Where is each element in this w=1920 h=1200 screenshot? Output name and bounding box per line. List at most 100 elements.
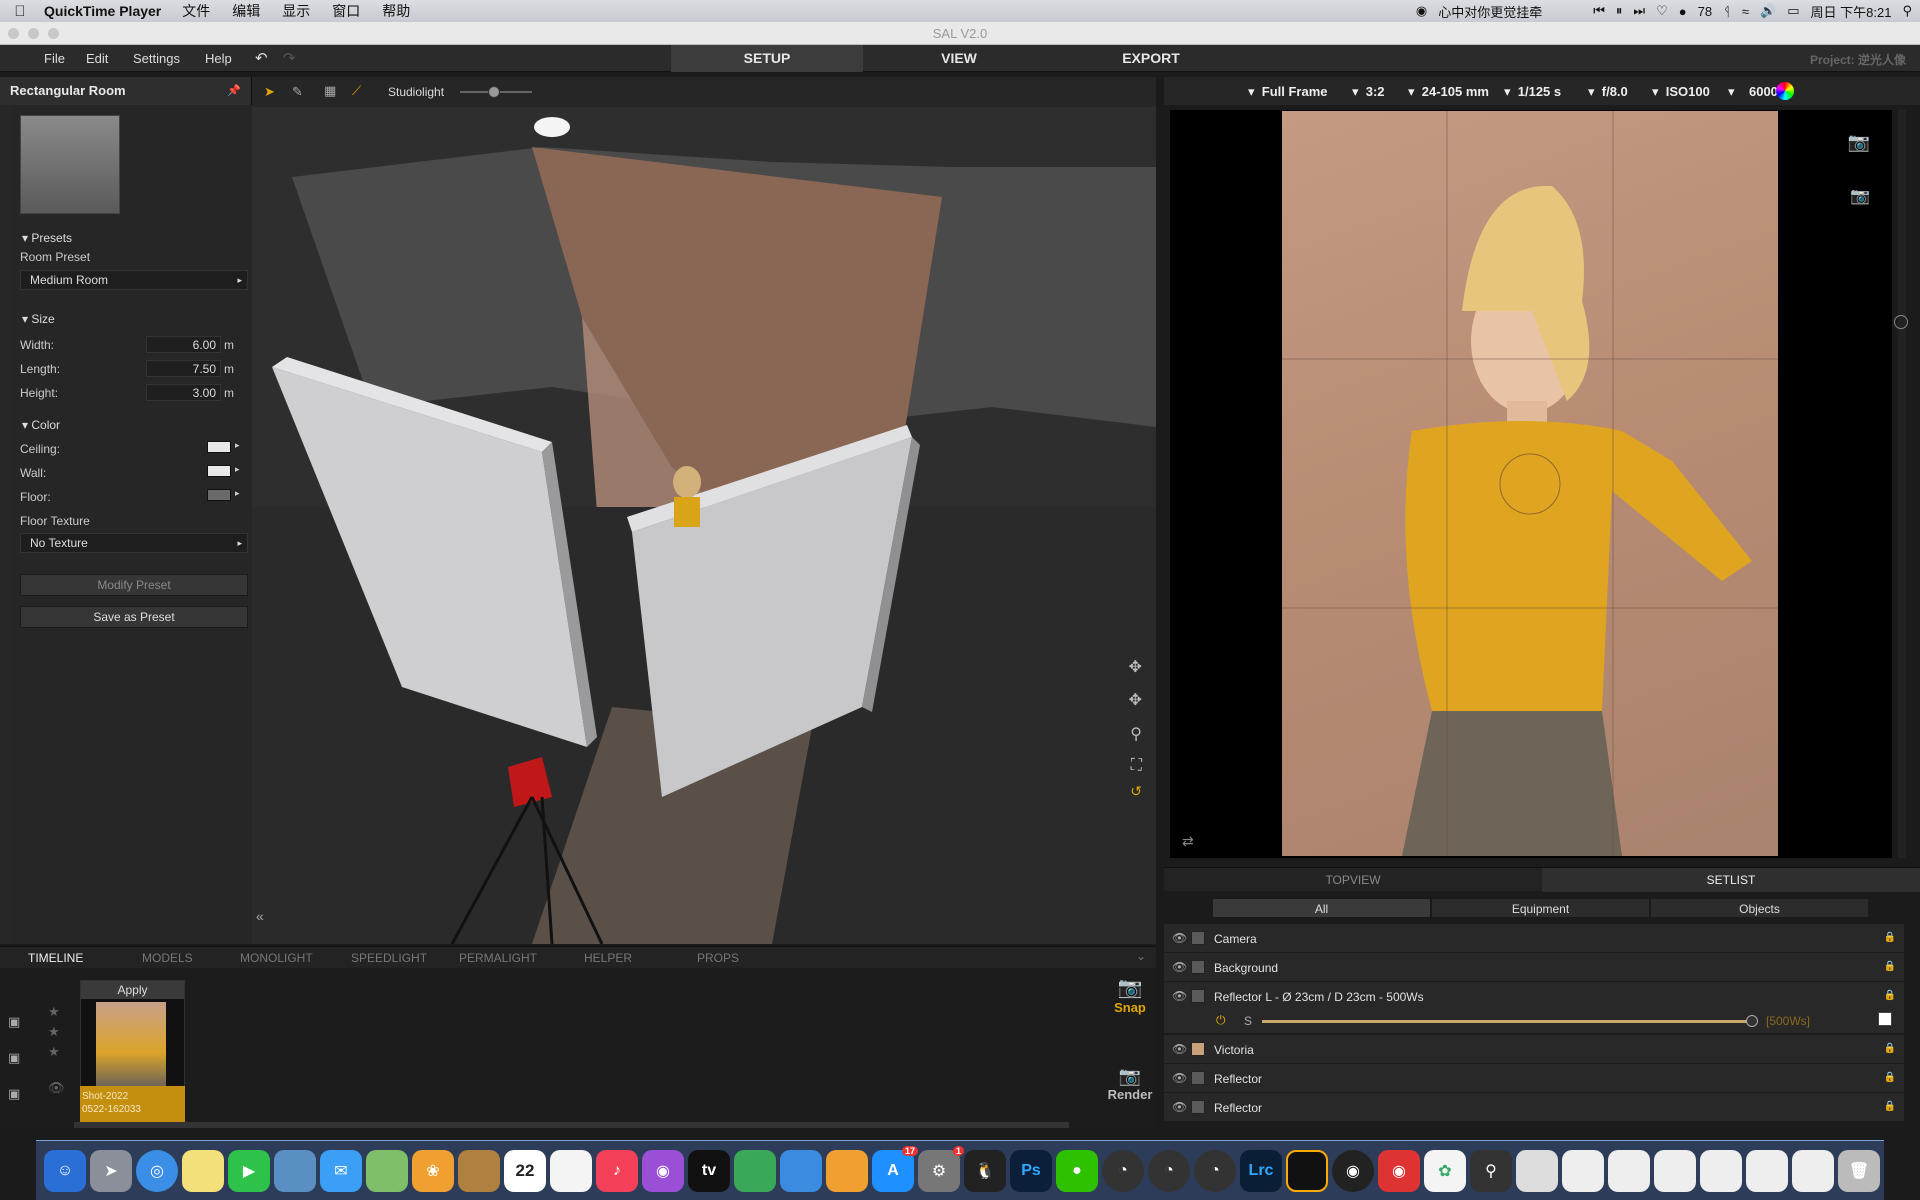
size-header[interactable]: ▾ Size — [22, 312, 55, 326]
cinema4d-icon[interactable]: ◔ — [1148, 1149, 1190, 1192]
apply-button[interactable]: Apply — [81, 981, 184, 999]
folder-stack-icon[interactable] — [1516, 1149, 1558, 1192]
search-icon[interactable]: ⚲ — [1902, 3, 1912, 19]
preview-icon[interactable] — [274, 1149, 316, 1192]
add-shot-icon[interactable]: ▣ — [8, 1014, 20, 1030]
document-icon[interactable] — [1654, 1149, 1696, 1192]
collapse-left-icon[interactable]: « — [256, 908, 264, 924]
zoom-icon[interactable]: ⚲ — [1130, 724, 1142, 744]
studiolight-slider[interactable] — [460, 86, 532, 98]
next-track-icon[interactable]: ⏭ — [1633, 3, 1645, 19]
chevron-right-icon[interactable]: ▸ — [235, 464, 240, 475]
reset-view-icon[interactable]: ↺ — [1130, 783, 1142, 800]
menu-app-name[interactable]: QuickTime Player — [40, 3, 171, 19]
export-shot-icon[interactable]: ▣ — [8, 1086, 20, 1102]
netease-music-icon[interactable]: ◉ — [1378, 1149, 1420, 1192]
floor-texture-dropdown[interactable]: No Texture ▸ — [20, 533, 248, 553]
document-icon[interactable] — [1746, 1149, 1788, 1192]
star-icon[interactable]: ★ — [48, 1044, 60, 1060]
system-preferences-icon[interactable]: ⚙ 1 — [918, 1145, 964, 1192]
tv-icon[interactable]: tv — [688, 1149, 730, 1192]
apple-icon[interactable]:  — [0, 3, 40, 20]
chevron-right-icon[interactable]: ▸ — [235, 488, 240, 499]
trash-icon[interactable]: 🗑 — [1838, 1149, 1880, 1192]
now-playing-text[interactable]: 心中对你更觉挂牵 — [1438, 2, 1542, 21]
iso-dropdown[interactable]: ▾ ISO100 — [1652, 84, 1710, 100]
app-menu-edit[interactable]: Edit — [86, 51, 108, 66]
aperture-dropdown[interactable]: ▾ f/8.0 — [1588, 84, 1628, 100]
swap-icon[interactable]: ⇄ — [1182, 833, 1194, 850]
setlist-row[interactable]: 👁 Reflector L - Ø 23cm / D 23cm - 500Ws 🔒… — [1164, 982, 1904, 1034]
music-icon[interactable]: ♪ — [596, 1149, 638, 1192]
tab-helper[interactable]: HELPER — [584, 951, 632, 965]
power-slider[interactable] — [1262, 1015, 1758, 1027]
tab-export[interactable]: EXPORT — [1055, 45, 1247, 72]
lightroom-icon[interactable]: Lrc — [1240, 1149, 1282, 1192]
color-wheel-icon[interactable] — [1776, 82, 1794, 100]
room-preset-dropdown[interactable]: Medium Room ▸ — [20, 270, 248, 290]
camera-slider-handle[interactable] — [1894, 315, 1908, 329]
snap-button[interactable]: 📷 Snap — [1104, 975, 1156, 1045]
app-menu-file[interactable]: File — [44, 51, 65, 66]
menu-window[interactable]: 窗口 — [321, 1, 371, 21]
frame-dropdown[interactable]: ▾ Full Frame — [1248, 84, 1328, 100]
duplicate-shot-icon[interactable]: ▣ — [8, 1050, 20, 1066]
clock-text[interactable]: 周日 下午8:21 — [1811, 2, 1892, 21]
eye-icon[interactable]: 👁 — [1172, 960, 1187, 974]
menu-view[interactable]: 显示 — [271, 1, 321, 21]
save-preset-button[interactable]: Save as Preset — [20, 606, 248, 628]
calendar-icon[interactable]: 22 — [504, 1149, 546, 1192]
close-window-icon[interactable] — [8, 28, 19, 39]
app-menu-settings[interactable]: Settings — [133, 51, 180, 66]
contacts-icon[interactable] — [458, 1149, 500, 1192]
tab-props[interactable]: PROPS — [697, 951, 739, 965]
minimize-window-icon[interactable] — [28, 28, 39, 39]
camera-slider-track[interactable] — [1894, 110, 1908, 858]
eye-icon[interactable]: 👁 — [1172, 1042, 1187, 1056]
modify-preset-button[interactable]: Modify Preset — [20, 574, 248, 596]
tab-topview[interactable]: TOPVIEW — [1164, 868, 1542, 892]
power-slider-handle[interactable] — [1746, 1015, 1758, 1027]
keynote-icon[interactable] — [780, 1149, 822, 1192]
document-icon[interactable] — [1608, 1149, 1650, 1192]
floor-color-swatch[interactable] — [207, 489, 231, 501]
power-icon[interactable]: ⏻ — [1216, 1013, 1226, 1028]
heart-icon[interactable]: ♡ — [1656, 3, 1668, 19]
wifi-icon[interactable]: ≈ — [1742, 4, 1749, 19]
eye-icon[interactable]: 👁 — [1172, 989, 1187, 1003]
menu-edit[interactable]: 编辑 — [221, 1, 271, 21]
menu-help[interactable]: 帮助 — [371, 1, 421, 21]
redo-icon[interactable]: ↷ — [283, 49, 296, 67]
filter-objects[interactable]: Objects — [1650, 898, 1869, 918]
photoshop-icon[interactable]: Ps — [1010, 1149, 1052, 1192]
lock-icon[interactable]: 🔒 — [1884, 932, 1896, 943]
document-icon[interactable] — [1700, 1149, 1742, 1192]
battery-icon[interactable]: ▭ — [1787, 3, 1799, 19]
grid-icon[interactable]: ▦ — [324, 83, 336, 99]
volume-icon[interactable]: 🔊 — [1760, 3, 1776, 19]
cinema4d-icon[interactable]: ◔ — [1102, 1149, 1144, 1192]
eye-icon[interactable]: 👁 — [1172, 1100, 1187, 1114]
setlist-row[interactable]: 👁 Background 🔒 — [1164, 953, 1904, 982]
star-icon[interactable]: ★ — [48, 1024, 60, 1040]
pin-icon[interactable]: 📌 — [227, 77, 241, 105]
notes-icon[interactable] — [182, 1149, 224, 1192]
photos-icon[interactable]: ❀ — [412, 1149, 454, 1192]
collapse-down-icon[interactable]: ⌄ — [1136, 949, 1146, 963]
filter-all[interactable]: All — [1212, 898, 1431, 918]
fit-view-icon[interactable]: ⛶ — [1131, 757, 1142, 775]
tab-permalight[interactable]: PERMALIGHT — [459, 951, 537, 965]
pages-icon[interactable] — [826, 1149, 868, 1192]
obs-icon[interactable]: ◉ — [1332, 1149, 1374, 1192]
presets-header[interactable]: ▾ Presets — [22, 231, 72, 245]
tab-timeline[interactable]: TIMELINE — [28, 951, 83, 965]
pan-icon[interactable]: ✥ — [1129, 657, 1142, 677]
line-tool-icon[interactable]: ⟋ — [352, 83, 361, 99]
capture-icon[interactable] — [1286, 1149, 1328, 1192]
length-field[interactable]: 7.50 — [146, 360, 221, 377]
prev-track-icon[interactable]: ⏮ — [1593, 3, 1605, 19]
width-field[interactable]: 6.00 — [146, 336, 221, 353]
numbers-icon[interactable] — [734, 1149, 776, 1192]
undo-icon[interactable]: ↶ — [255, 49, 268, 67]
lock-icon[interactable]: 🔒 — [1884, 1072, 1896, 1083]
